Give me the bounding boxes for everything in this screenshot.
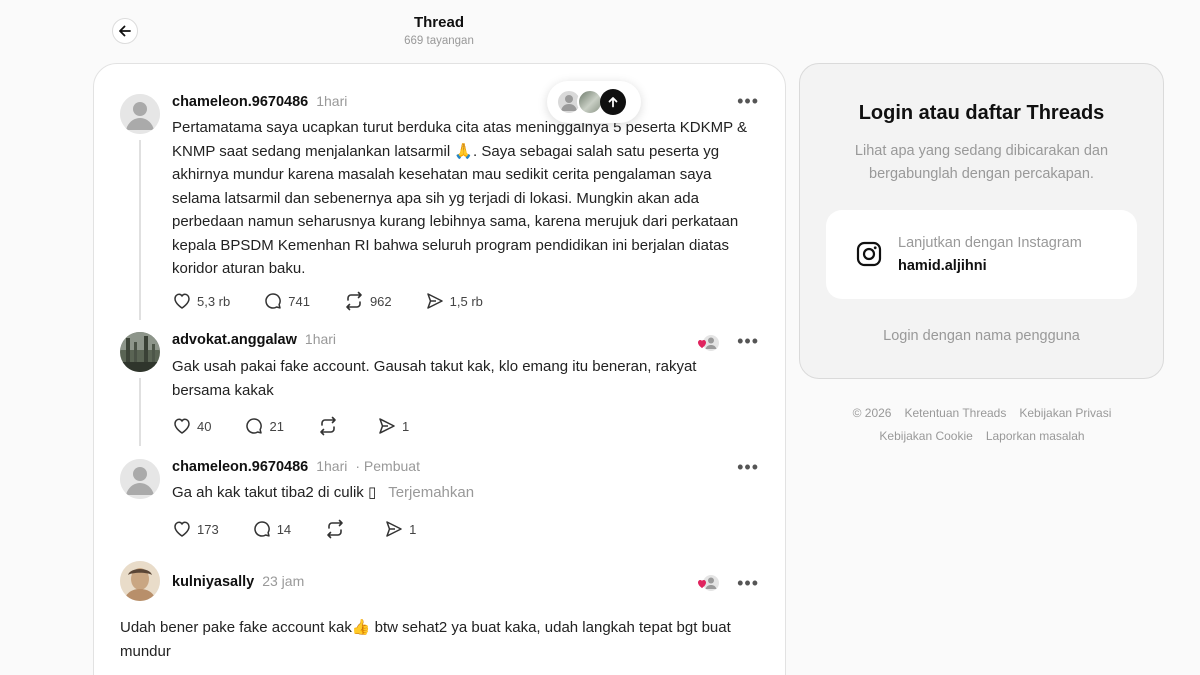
timestamp[interactable]: 1hari [316,93,347,109]
reply-count: 14 [276,521,292,537]
username[interactable]: advokat.anggalaw [172,332,297,348]
back-button[interactable] [112,18,138,44]
thread-feed: chameleon.9670486 1hari ••• Pertamatama … [93,63,786,675]
translate-link[interactable]: Terjemahkan [388,484,474,501]
heart-icon [174,521,190,537]
copyright: © 2026 [852,406,892,420]
repost-button[interactable]: 962 [343,291,392,311]
post-text: Gak usah pakai fake account. Gausah taku… [172,358,697,399]
reply-button[interactable]: 21 [244,416,284,436]
login-card: Login atau daftar Threads Lihat apa yang… [799,63,1164,379]
back-arrow-icon [119,25,131,37]
share-button[interactable]: 1,5 rb [425,291,483,311]
share-count: 1 [401,418,410,434]
post-text-row: Ga ah kak takut tiba2 di culik ▯ Terjemah… [172,481,761,505]
heart-icon [174,293,190,309]
like-count: 173 [197,521,219,537]
like-button[interactable]: 40 [172,416,211,436]
repost-count: 962 [369,293,392,309]
share-icon [426,293,443,309]
thread-connector [139,378,141,446]
login-title: Login atau daftar Threads [858,102,1105,124]
like-count: 5,3 rb [197,293,231,309]
reply-count: 741 [288,293,310,309]
reply-button[interactable]: 741 [263,291,310,311]
default-avatar-icon [120,459,160,499]
scroll-up-button[interactable] [600,89,626,115]
reply-icon [253,521,270,537]
thread-header: Thread 669 tayangan [339,14,539,47]
more-options-button[interactable]: ••• [737,574,759,592]
share-icon [386,521,402,537]
reply-count: 21 [269,418,284,434]
footer-row: © 2026 Ketentuan Threads Kebijakan Priva… [800,402,1164,425]
post-header: chameleon.9670486 1hari · Pembuat [172,458,420,475]
repost-button[interactable] [317,416,344,436]
reply-button[interactable]: 14 [252,519,291,539]
username[interactable]: chameleon.9670486 [172,459,308,475]
terms-link[interactable]: Ketentuan Threads [904,402,1006,425]
share-icon [379,418,395,434]
instagram-login-label: Lanjutkan dengan Instagram [898,235,1082,251]
like-button[interactable]: 173 [172,519,219,539]
thread-connector [139,140,141,320]
post-header: kulniyasally 23 jam [172,573,304,590]
instagram-icon [856,241,882,267]
post-actions: 5,3 rb 741 962 1,5 rb [172,291,516,311]
new-replies-pill[interactable] [547,81,641,123]
footer-row: Kebijakan Cookie Laporkan masalah [800,425,1164,448]
more-options-button[interactable]: ••• [737,332,759,350]
repost-icon [320,416,336,436]
avatar[interactable] [120,561,160,601]
scroll-up-icon [608,97,618,108]
more-options-button[interactable]: ••• [737,92,759,110]
username[interactable]: kulniyasally [172,574,254,590]
repost-icon [327,519,343,539]
privacy-link[interactable]: Kebijakan Privasi [1019,402,1111,425]
default-avatar-icon [120,94,160,134]
login-description: Lihat apa yang sedang dibicarakan dan be… [854,143,1109,182]
footer: © 2026 Ketentuan Threads Kebijakan Priva… [800,402,1164,448]
creator-label: · Pembuat [355,458,420,474]
view-count: 669 tayangan [404,35,474,47]
cookie-link[interactable]: Kebijakan Cookie [879,425,972,448]
report-link[interactable]: Laporkan masalah [986,425,1085,448]
like-button[interactable]: 5,3 rb [172,291,230,311]
post-header: advokat.anggalaw 1hari [172,331,336,348]
repost-button[interactable] [324,519,351,539]
avatar[interactable] [120,459,160,499]
share-count: 1,5 rb [449,293,483,309]
more-options-button[interactable]: ••• [737,458,759,476]
post-actions: 173 14 1 [172,519,449,539]
heart-icon [174,418,190,434]
avatar[interactable] [120,332,160,372]
reply-icon [265,293,282,309]
profile-photo-icon [120,561,160,601]
post-text: Pertamatama saya ucapkan turut berduka c… [172,119,748,277]
share-button[interactable]: 1 [377,416,409,436]
timestamp[interactable]: 1hari [305,331,336,347]
post-actions: 40 21 1 [172,416,442,436]
page-title: Thread [413,14,464,31]
post-header: chameleon.9670486 1hari [172,93,347,110]
avatar[interactable] [120,94,160,134]
instagram-username: hamid.aljihni [898,258,987,274]
liked-by-author-icon [698,575,719,591]
repost-icon [346,291,362,311]
timestamp[interactable]: 1hari [316,458,347,474]
share-count: 1 [409,521,417,537]
like-count: 40 [197,418,212,434]
profile-photo-icon [120,332,160,372]
post-text: Udah bener pake fake account kak👍 btw se… [120,619,731,660]
username-login-link[interactable]: Login dengan nama pengguna [800,328,1163,344]
timestamp[interactable]: 23 jam [262,573,304,589]
reply-icon [246,418,263,434]
post-text: Ga ah kak takut tiba2 di culik ▯ [172,484,377,501]
liked-by-author-icon [698,335,719,351]
username[interactable]: chameleon.9670486 [172,94,308,110]
share-button[interactable]: 1 [384,519,416,539]
instagram-login-button[interactable]: Lanjutkan dengan Instagram hamid.aljihni [826,210,1137,299]
